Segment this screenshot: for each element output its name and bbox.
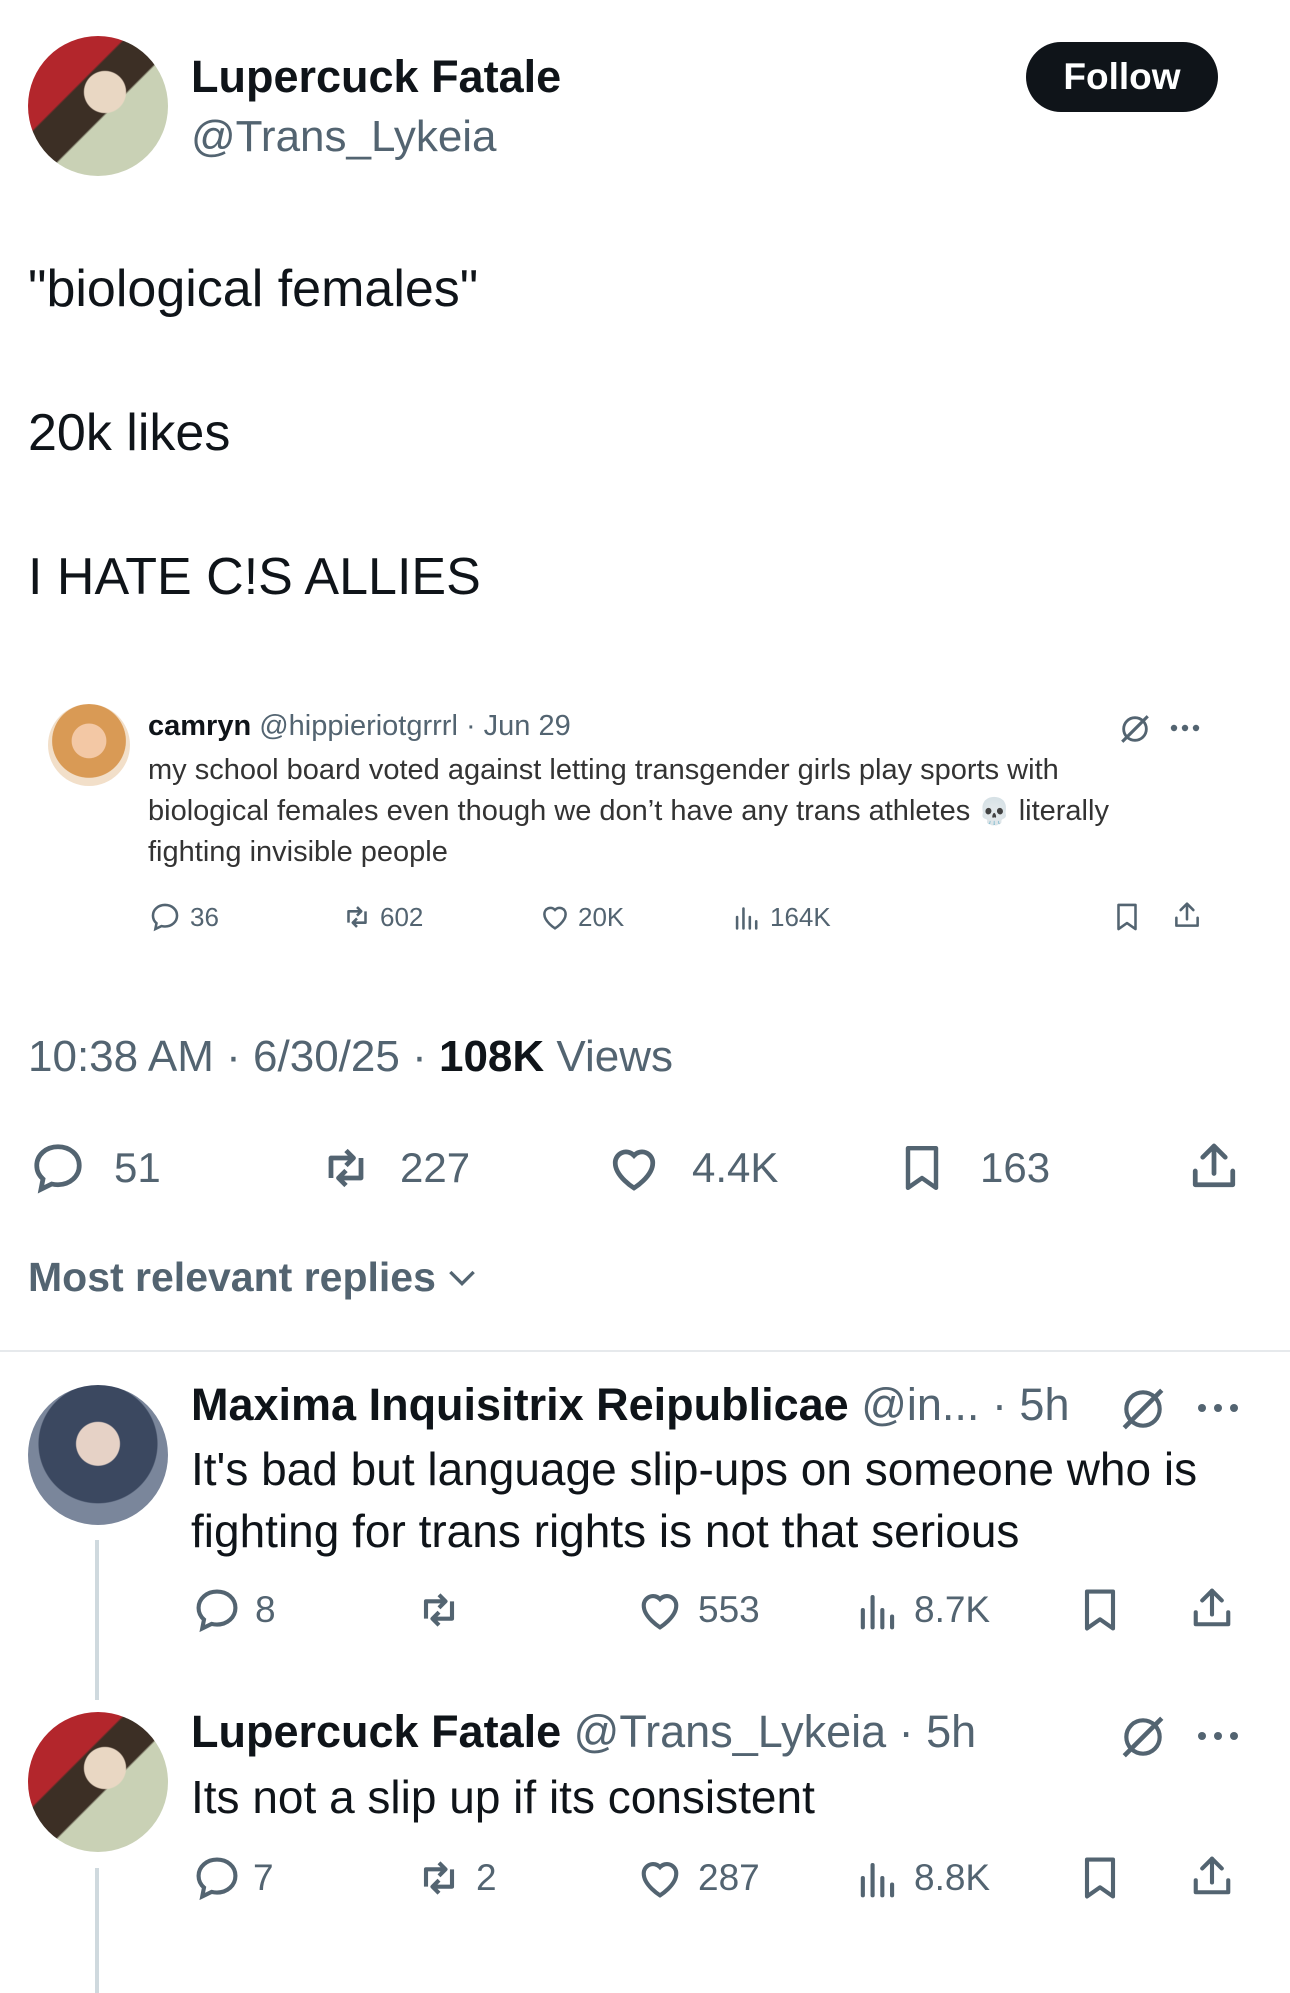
- share-icon[interactable]: [1184, 1136, 1244, 1196]
- reply-like-stat[interactable]: 553: [634, 1584, 760, 1636]
- views-icon: [860, 1594, 895, 1630]
- reply-views-stat[interactable]: 8.8K: [852, 1852, 990, 1904]
- repost-icon: [423, 1861, 455, 1895]
- section-divider: [0, 1350, 1290, 1352]
- bookmark-icon[interactable]: [1074, 1852, 1126, 1904]
- reply-time[interactable]: · 5h: [992, 1379, 1070, 1430]
- reply-repost-stat[interactable]: 2: [412, 1852, 497, 1904]
- repost-stat[interactable]: 227: [314, 1138, 470, 1198]
- quoted-repost-stat[interactable]: 602: [340, 900, 423, 934]
- quoted-name: camryn: [148, 710, 252, 742]
- repost-icon: [423, 1593, 455, 1627]
- share-icon[interactable]: [1186, 1850, 1238, 1902]
- author-name[interactable]: Lupercuck Fatale: [191, 50, 561, 104]
- share-icon[interactable]: [1186, 1582, 1238, 1634]
- reply-author-name[interactable]: Lupercuck Fatale: [191, 1706, 561, 1757]
- like-icon: [641, 1862, 679, 1898]
- like-icon: [641, 1594, 679, 1630]
- reply-avatar[interactable]: [28, 1385, 168, 1525]
- skull-emoji: 💀: [978, 796, 1011, 826]
- more-icon[interactable]: [1194, 1400, 1242, 1416]
- quoted-reply-stat[interactable]: 36: [148, 900, 219, 934]
- bookmark-icon: [905, 1145, 939, 1191]
- views-count: 108K: [438, 1032, 545, 1081]
- reply-text: It's bad but language slip-ups on someon…: [191, 1443, 1198, 1557]
- views-icon: [860, 1862, 895, 1898]
- replies-sort-dropdown[interactable]: Most relevant replies: [28, 1252, 482, 1302]
- repost-icon: [347, 906, 367, 928]
- chevron-down-icon: [449, 1270, 475, 1287]
- reply-icon: [151, 903, 179, 932]
- author-handle[interactable]: @Trans_Lykeia: [191, 110, 497, 164]
- reply-avatar[interactable]: [28, 1712, 168, 1852]
- quoted-like-stat[interactable]: 20K: [538, 900, 624, 934]
- reply-reply-stat[interactable]: 8: [191, 1584, 276, 1636]
- more-icon[interactable]: [1168, 722, 1202, 734]
- bookmark-stat[interactable]: 163: [894, 1138, 1050, 1198]
- quoted-text-line: biological females even though we don’t …: [148, 795, 1109, 827]
- views-icon: [735, 907, 758, 930]
- reply-author-handle[interactable]: @Trans_Lykeia: [574, 1706, 886, 1757]
- timestamp-row: 10:38 AM · 6/30/25 · 108K Views: [28, 1032, 673, 1081]
- replies-sort-label: Most relevant replies: [28, 1254, 436, 1300]
- quoted-views-stat[interactable]: 164K: [730, 900, 831, 934]
- tweet-text-line: I HATE C!S ALLIES: [28, 548, 481, 606]
- quoted-text-line: fighting invisible people: [148, 836, 448, 868]
- reply-views-stat[interactable]: 8.7K: [852, 1584, 990, 1636]
- more-icon[interactable]: [1194, 1728, 1242, 1744]
- bookmark-icon[interactable]: [1074, 1584, 1126, 1636]
- reply-author-name[interactable]: Maxima Inquisitrix Reipublicae: [191, 1379, 849, 1430]
- quoted-handle: @hippieriotgrrrl: [259, 710, 458, 742]
- like-icon: [612, 1149, 656, 1191]
- reply-author-handle[interactable]: @in...: [861, 1379, 979, 1430]
- quoted-date: · Jun 29: [465, 710, 571, 742]
- grok-icon[interactable]: [1118, 712, 1152, 746]
- author-avatar[interactable]: [28, 36, 168, 176]
- quoted-text-line: my school board voted against letting tr…: [148, 754, 1059, 786]
- reply-time[interactable]: · 5h: [899, 1706, 977, 1757]
- tweet-text-line: 20k likes: [28, 404, 231, 462]
- like-icon: [543, 906, 567, 930]
- share-icon[interactable]: [1170, 898, 1204, 932]
- quoted-avatar: [48, 704, 130, 786]
- tweet-time: 10:38 AM: [28, 1032, 214, 1081]
- thread-line: [95, 1540, 99, 1700]
- reply-text: Its not a slip up if its consistent: [191, 1771, 815, 1823]
- like-stat[interactable]: 4.4K: [604, 1138, 778, 1198]
- reply-icon: [196, 1857, 238, 1901]
- tweet-date[interactable]: 6/30/25: [253, 1032, 400, 1081]
- follow-button[interactable]: Follow: [1026, 42, 1218, 112]
- reply-repost-stat[interactable]: [412, 1584, 478, 1636]
- reply-icon: [196, 1589, 238, 1633]
- reply-stat[interactable]: 51: [28, 1138, 161, 1198]
- reply-reply-stat[interactable]: 7: [191, 1852, 274, 1904]
- tweet-text-line: "biological females": [28, 260, 479, 318]
- quoted-tweet[interactable]: camryn @hippieriotgrrrl · Jun 29 my scho…: [40, 700, 1240, 960]
- repost-icon: [328, 1148, 364, 1188]
- reply-like-stat[interactable]: 287: [634, 1852, 760, 1904]
- reply-icon: [34, 1144, 82, 1194]
- thread-line: [95, 1868, 99, 1993]
- grok-icon[interactable]: [1118, 1712, 1168, 1762]
- bookmark-icon[interactable]: [1110, 900, 1144, 934]
- grok-icon[interactable]: [1118, 1384, 1168, 1434]
- views-label: Views: [556, 1032, 673, 1081]
